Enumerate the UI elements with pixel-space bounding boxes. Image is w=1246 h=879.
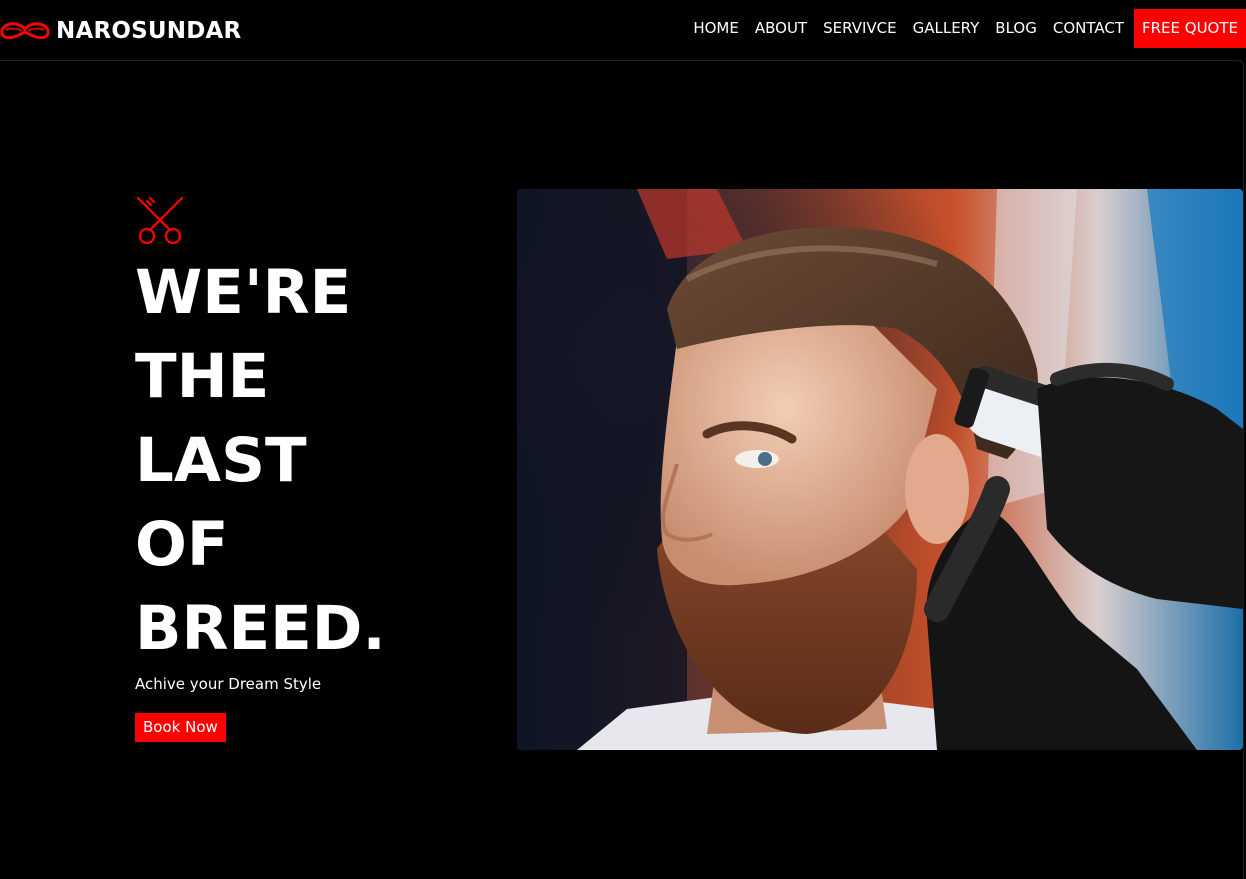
nav-gallery[interactable]: GALLERY: [905, 9, 988, 48]
hero-tagline: Achive your Dream Style: [135, 675, 322, 693]
nav-blog[interactable]: BLOG: [987, 9, 1045, 48]
mustache-icon: [0, 22, 50, 40]
free-quote-button[interactable]: FREE QUOTE: [1133, 9, 1246, 48]
headline-line: OF: [135, 509, 229, 580]
nav-about[interactable]: ABOUT: [747, 9, 815, 48]
headline-line: BREED.: [135, 593, 386, 664]
hero-headline: WE'RE THE LAST OF BREED.: [135, 251, 386, 671]
navbar: NAROSUNDAR HOME ABOUT SERVIVCE GALLERY B…: [0, 0, 1246, 60]
main-nav: HOME ABOUT SERVIVCE GALLERY BLOG CONTACT…: [685, 9, 1246, 48]
headline-line: WE'RE: [135, 257, 352, 328]
nav-service[interactable]: SERVIVCE: [815, 9, 905, 48]
page: NAROSUNDAR HOME ABOUT SERVIVCE GALLERY B…: [0, 0, 1246, 879]
book-now-button[interactable]: Book Now: [135, 713, 226, 742]
nav-home[interactable]: HOME: [685, 9, 747, 48]
headline-line: THE: [135, 341, 270, 412]
barber-photo-illustration: [517, 189, 1243, 750]
scissors-icon: [136, 196, 184, 245]
brand-name: NAROSUNDAR: [56, 18, 242, 44]
nav-contact[interactable]: CONTACT: [1045, 9, 1132, 48]
headline-line: LAST: [135, 425, 307, 496]
hero-image: [517, 189, 1243, 750]
brand-link[interactable]: NAROSUNDAR: [0, 14, 241, 48]
